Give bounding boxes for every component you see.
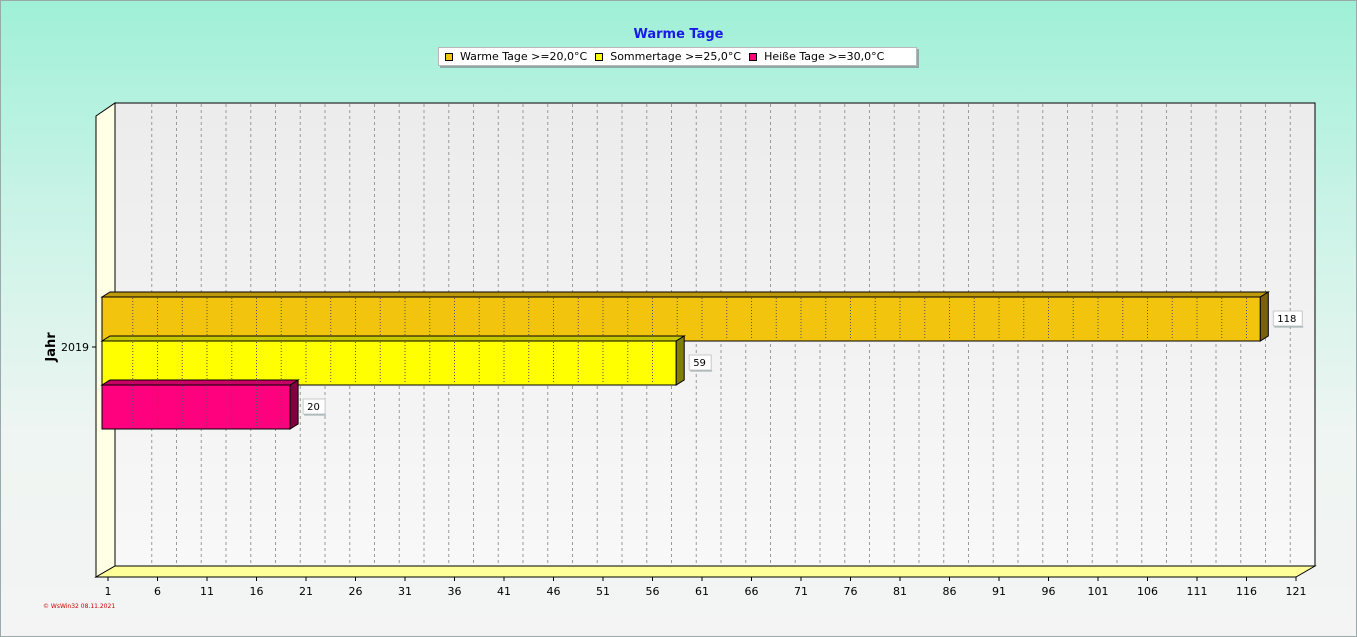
floor: [94, 565, 1317, 578]
bar-top-face: [100, 379, 300, 386]
plot-area: 1185920 1 6 11 16 21 26 31 36 41 46 51 56 61 66 71 76 81…: [44, 102, 1317, 598]
x-tick-label: 26: [349, 585, 363, 598]
x-tick-label: 121: [1286, 585, 1307, 598]
x-tick-label: 86: [943, 585, 957, 598]
bar-2: [100, 379, 300, 430]
x-tick-label: 66: [745, 585, 759, 598]
x-tick-label: 96: [1042, 585, 1056, 598]
x-tick-label: 11: [200, 585, 214, 598]
bar-top-face: [100, 335, 686, 342]
x-tick-label: 116: [1236, 585, 1257, 598]
x-tick-label: 56: [646, 585, 660, 598]
x-tick-label: 21: [299, 585, 313, 598]
x-axis: 1 6 11 16 21 26 31 36 41 46 51 56 61 66 71 76 81 86 91 96 10…: [105, 577, 1307, 598]
x-tick-label: 81: [893, 585, 907, 598]
x-tick-label: 76: [844, 585, 858, 598]
x-tick-label: 31: [398, 585, 412, 598]
y-axis-label: Jahr: [44, 332, 59, 363]
x-tick-label: 51: [596, 585, 610, 598]
value-label: 118: [1277, 314, 1296, 325]
x-tick-label: 46: [547, 585, 561, 598]
value-label: 20: [307, 402, 320, 413]
x-tick-label: 1: [105, 585, 112, 598]
x-tick-label: 6: [154, 585, 161, 598]
bar-side-face: [289, 379, 299, 430]
x-tick-label: 111: [1187, 585, 1208, 598]
x-tick-label: 106: [1137, 585, 1158, 598]
value-label: 59: [693, 358, 706, 369]
bar-side-face: [1259, 291, 1269, 342]
bar-front-face: [101, 296, 1261, 342]
bar-front-face: [101, 384, 291, 430]
x-tick-label: 61: [695, 585, 709, 598]
bar-front-face: [101, 340, 677, 386]
x-tick-label: 101: [1088, 585, 1109, 598]
x-tick-label: 36: [448, 585, 462, 598]
bar-1: [100, 335, 686, 386]
x-tick-label: 91: [992, 585, 1006, 598]
footer-credit: © WsWin32 08.11.2021: [43, 603, 116, 610]
bar-0: [100, 291, 1271, 342]
bar-side-face: [675, 335, 685, 386]
y-axis: 2019 Jahr: [44, 332, 96, 363]
x-tick-label: 41: [497, 585, 511, 598]
category-label: 2019: [61, 341, 89, 354]
bar-top-face: [100, 291, 1271, 298]
x-tick-label: 16: [250, 585, 264, 598]
x-tick-label: 71: [794, 585, 808, 598]
